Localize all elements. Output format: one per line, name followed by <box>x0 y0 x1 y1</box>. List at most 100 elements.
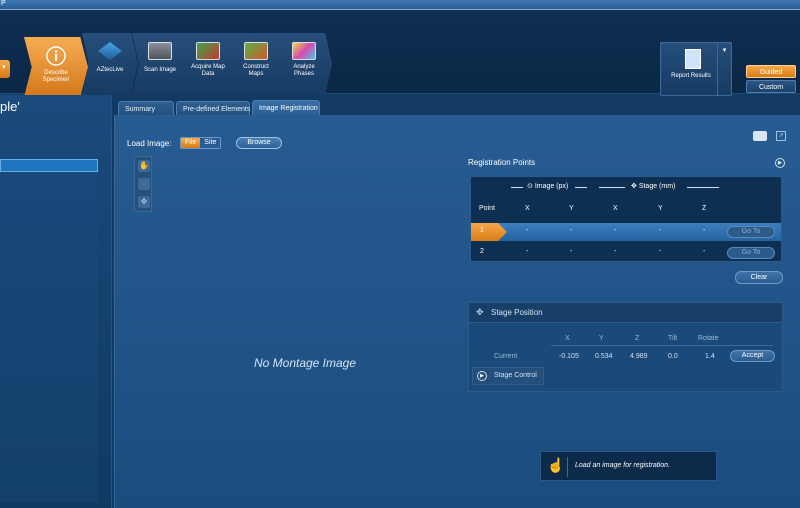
col-stage-y: Y <box>658 205 663 212</box>
tab-image-registration[interactable]: Image Registration <box>252 100 320 116</box>
col-x: X <box>565 335 570 342</box>
current-label: Current <box>494 353 518 360</box>
col-tilt: Tilt <box>668 335 678 342</box>
col-rotate: Rotate <box>698 335 719 342</box>
cell: - <box>614 227 617 234</box>
stage-group-header: ✥ Stage (mm) <box>631 183 676 190</box>
file-option[interactable]: File <box>181 138 201 148</box>
image-tools: ✋ ◌ ✥ <box>134 156 152 212</box>
registration-points-title: Registration Points <box>468 158 536 167</box>
cell: - <box>703 248 706 255</box>
step-scan-image[interactable]: Scan Image <box>132 33 188 95</box>
analyze-phases-icon <box>292 42 316 60</box>
report-icon <box>685 49 701 69</box>
stage-control-label: Stage Control <box>494 372 537 379</box>
cell: - <box>570 227 573 234</box>
step-describe-specimen[interactable]: Describe Specimen <box>24 37 88 97</box>
specimen-title: ple' <box>0 99 20 114</box>
cell: - <box>570 248 573 255</box>
site-option[interactable]: Site <box>200 138 221 148</box>
cell: - <box>526 227 529 234</box>
play-icon: ▶ <box>477 371 487 381</box>
step-label: Analyze Phases <box>293 64 315 77</box>
step-acquire-map-data[interactable]: Acquire Map Data <box>180 33 236 95</box>
cell: - <box>703 227 706 234</box>
divider <box>687 187 719 188</box>
stage-position-title: Stage Position <box>491 308 543 317</box>
collapse-tab[interactable] <box>0 60 10 78</box>
stage-control-button[interactable]: ▶ Stage Control <box>472 367 544 385</box>
cell: - <box>659 227 662 234</box>
step-construct-maps[interactable]: Construct Maps <box>228 33 284 95</box>
construct-maps-icon <box>244 42 268 60</box>
image-group-header: ⊙ Image (px) <box>527 183 569 190</box>
zoom-icon[interactable]: ◌ <box>138 178 150 190</box>
hint-text: Load an image for registration. <box>575 462 670 469</box>
step-aztec-live[interactable]: AZtecLive <box>82 33 138 95</box>
browse-button[interactable]: Browse <box>236 137 282 149</box>
selected-point-marker <box>471 223 507 241</box>
step-label: Scan Image <box>143 67 177 73</box>
info-icon <box>44 46 68 66</box>
current-rotate: 1.4 <box>705 353 715 360</box>
divider <box>511 187 523 188</box>
workflow-toolbar: Describe Specimen AZtecLive Scan Image A… <box>0 10 800 97</box>
registration-points-table: ⊙ Image (px) ✥ Stage (mm) Point X Y X Y … <box>470 176 782 262</box>
current-y: 0.534 <box>595 353 613 360</box>
point-number: 2 <box>480 248 484 255</box>
stage-position-header: ✥ Stage Position <box>469 303 782 323</box>
hint-tooltip: ☝ Load an image for registration. <box>540 451 717 481</box>
divider <box>599 187 625 188</box>
load-image-label: Load Image: <box>127 139 172 148</box>
custom-button[interactable]: Custom <box>746 80 796 93</box>
divider <box>551 345 773 346</box>
specimen-panel: ple' <box>0 95 112 508</box>
specimen-list <box>0 173 98 503</box>
clear-button[interactable]: Clear <box>735 271 783 284</box>
guided-button[interactable]: Guided <box>746 65 796 78</box>
selected-list-item[interactable] <box>0 159 98 172</box>
current-x: -0.105 <box>559 353 579 360</box>
tab-predefined-elements[interactable]: Pre-defined Elements <box>176 101 250 116</box>
current-tilt: 0.0 <box>668 353 678 360</box>
cell: - <box>659 248 662 255</box>
col-stage-x: X <box>613 205 618 212</box>
current-z: 4.989 <box>630 353 648 360</box>
go-to-button[interactable]: Go To <box>727 247 775 259</box>
cell: - <box>614 248 617 255</box>
step-label: AZtecLive <box>96 67 124 73</box>
accept-button[interactable]: Accept <box>730 350 775 362</box>
step-label: Describe Specimen <box>42 70 70 83</box>
divider <box>567 457 568 477</box>
report-label: Report Results <box>671 73 711 79</box>
chevron-down-icon[interactable]: ▾ <box>717 43 731 95</box>
hand-icon[interactable]: ✋ <box>138 160 150 172</box>
go-to-button[interactable]: Go To <box>727 226 775 238</box>
col-stage-z: Z <box>702 205 707 212</box>
table-row[interactable]: 1 - - - - - Go To <box>471 223 781 241</box>
col-z: Z <box>635 335 640 342</box>
cell: - <box>526 248 529 255</box>
move-icon: ✥ <box>476 307 484 317</box>
acquire-map-icon <box>196 42 220 60</box>
app-title: P <box>1 0 6 7</box>
load-source-toggle: File Site <box>180 137 222 149</box>
scan-image-icon <box>148 42 172 60</box>
stage-group-label: Stage (mm) <box>638 183 676 190</box>
aztec-live-icon <box>98 42 122 60</box>
table-row[interactable]: 2 - - - - - Go To <box>471 244 781 262</box>
step-analyze-phases[interactable]: Analyze Phases <box>276 33 332 95</box>
play-icon[interactable]: ▶ <box>775 158 785 168</box>
step-label: Acquire Map Data <box>191 64 225 77</box>
no-montage-text: No Montage Image <box>253 356 357 370</box>
tab-summary[interactable]: Summary <box>118 101 174 116</box>
col-y: Y <box>599 335 604 342</box>
image-group-label: Image (px) <box>534 183 569 190</box>
pointer-hand-icon: ☝ <box>547 457 565 473</box>
col-image-y: Y <box>569 205 574 212</box>
report-results-button[interactable]: Report Results ▾ <box>660 42 732 96</box>
move-icon[interactable]: ✥ <box>138 196 150 208</box>
point-number: 1 <box>480 227 484 234</box>
popout-icon[interactable]: ↗ <box>776 131 786 141</box>
camera-icon[interactable] <box>753 131 767 141</box>
